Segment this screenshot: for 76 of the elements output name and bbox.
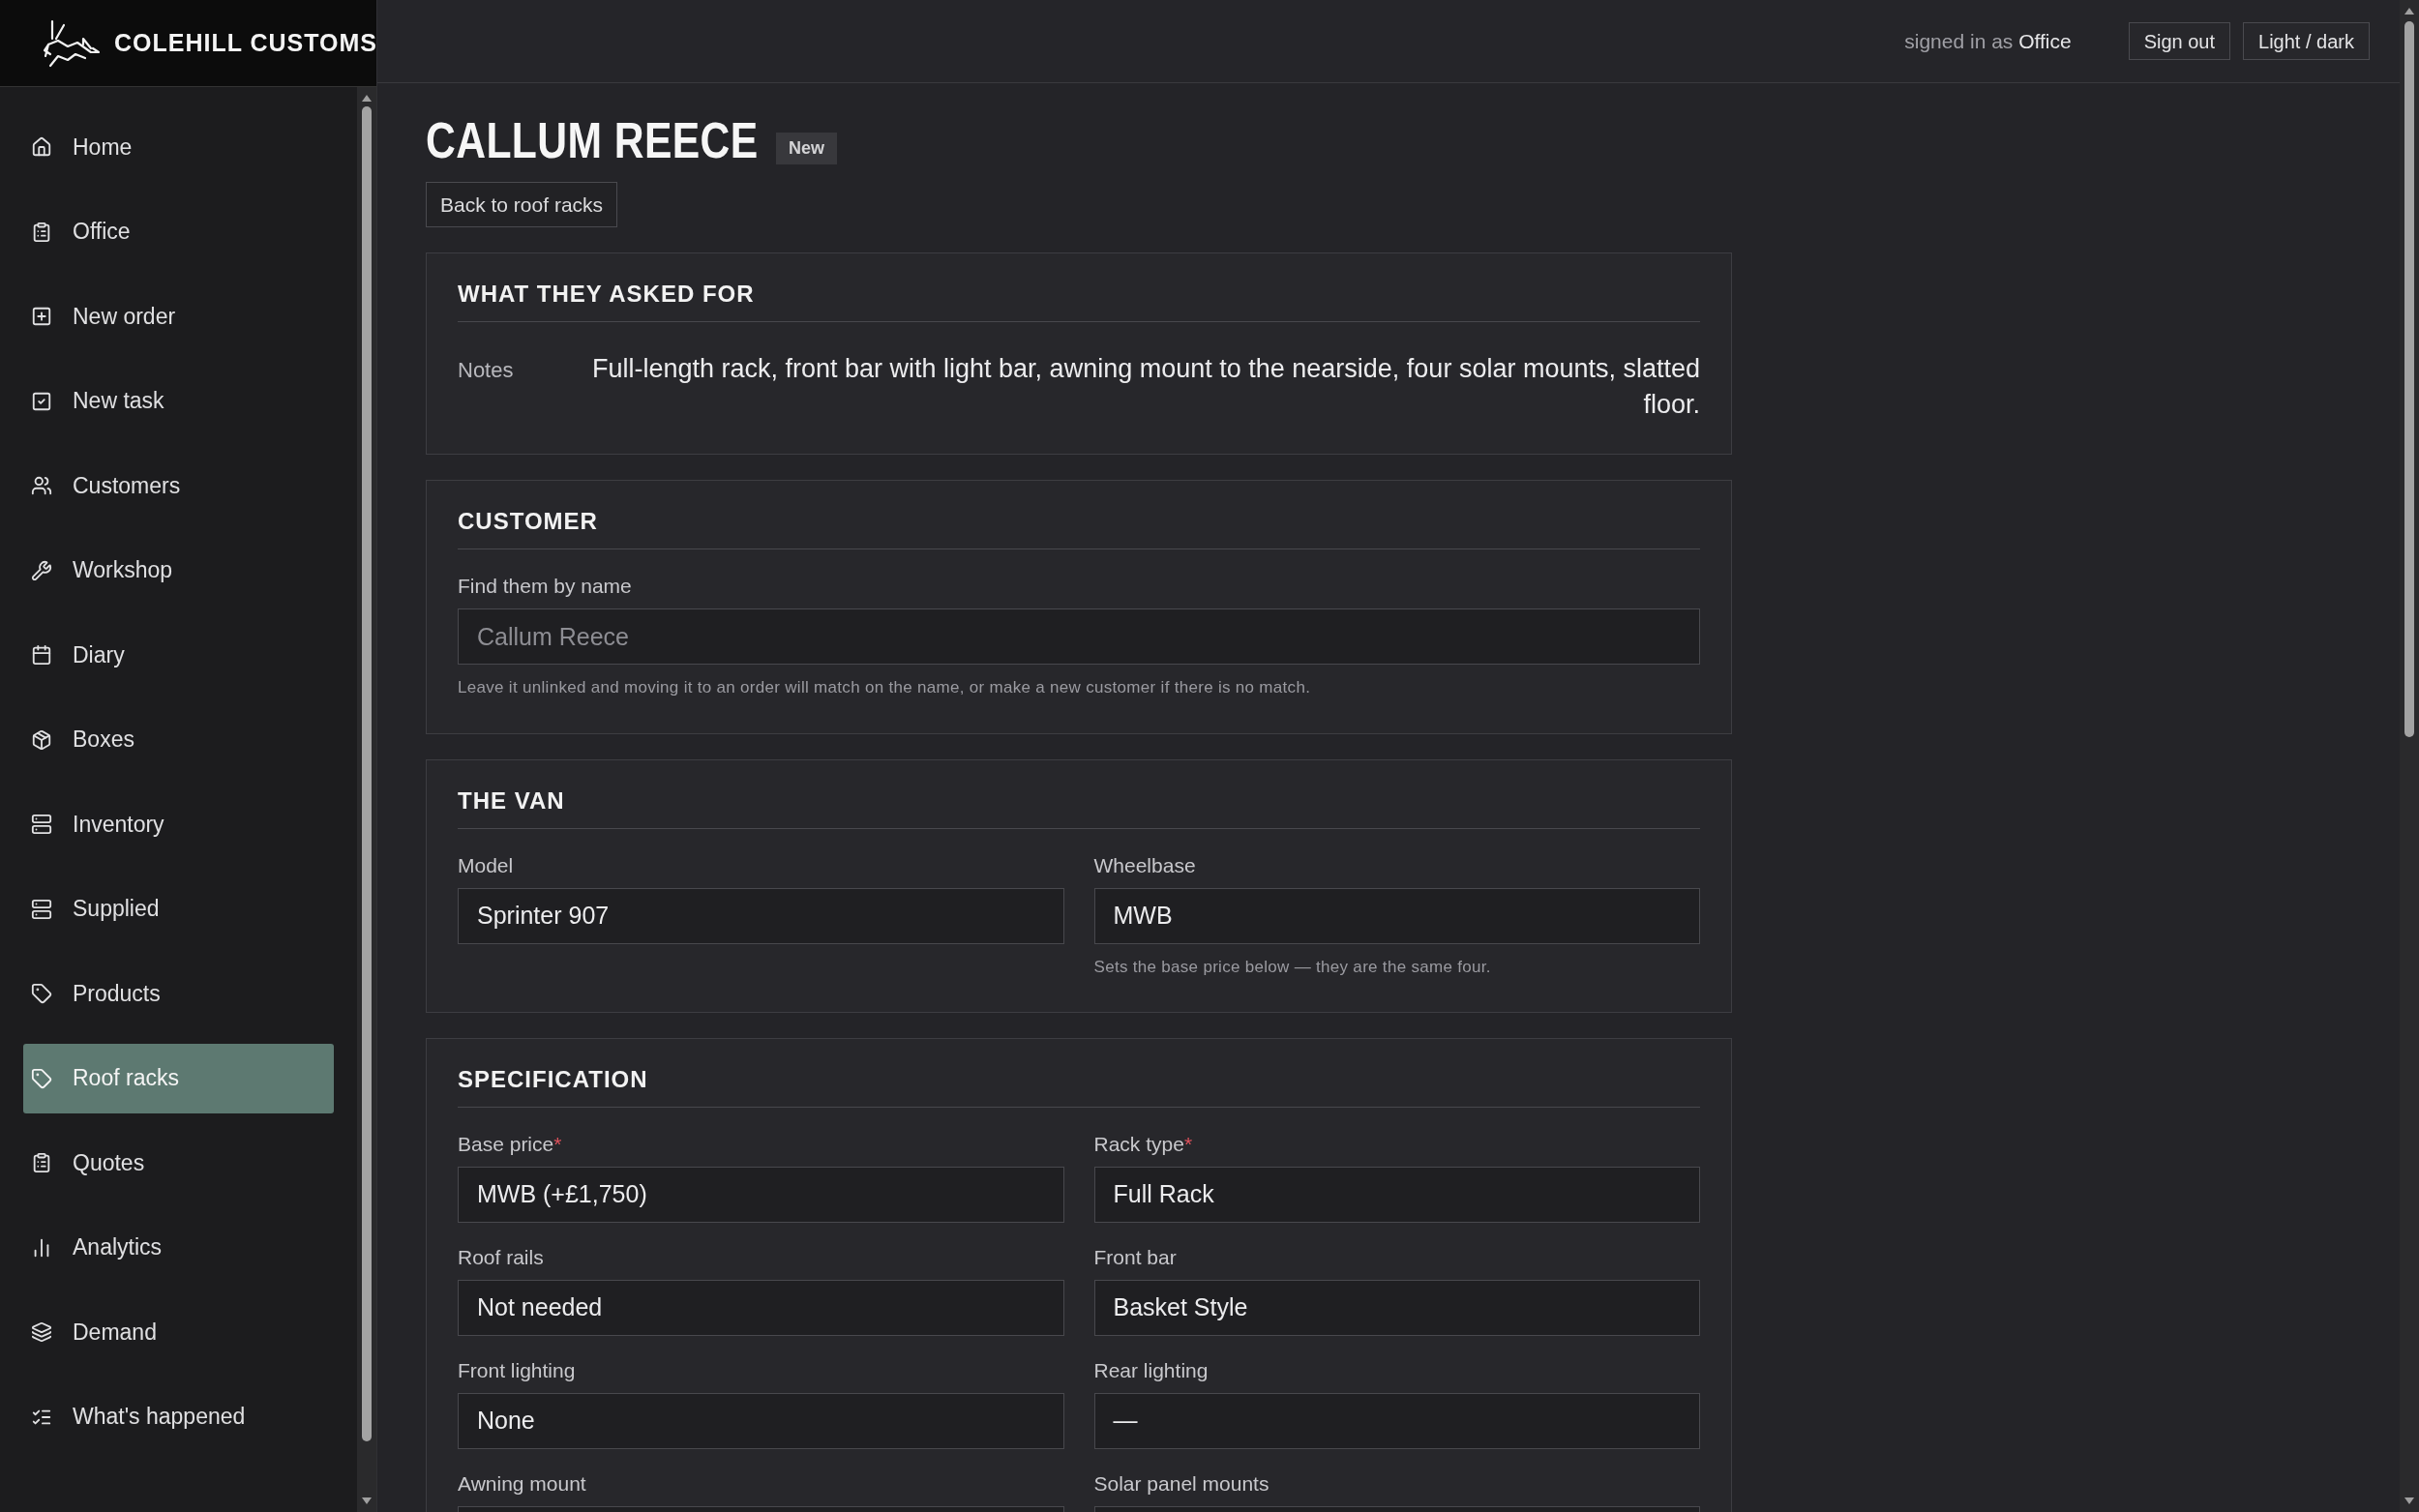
clipboard-icon bbox=[31, 1152, 52, 1173]
nav-item[interactable]: Office bbox=[23, 196, 334, 267]
back-button[interactable]: Back to roof racks bbox=[426, 182, 618, 227]
select-field[interactable]: Full Rack bbox=[1093, 1167, 1700, 1223]
plus-square-icon bbox=[31, 306, 52, 327]
notes-label: Notes bbox=[458, 357, 514, 384]
section-title: CUSTOMER bbox=[458, 507, 599, 536]
house-icon bbox=[31, 136, 52, 158]
tag-icon bbox=[31, 1067, 52, 1089]
nav-item[interactable]: New order bbox=[23, 282, 334, 351]
field-hint: Sets the base price below — they are the same four. bbox=[1093, 956, 1492, 978]
select-field[interactable]: MWB (+£1,750) bbox=[458, 1167, 1064, 1223]
select-field[interactable]: MWB bbox=[1093, 887, 1700, 944]
tag-icon bbox=[31, 983, 52, 1004]
brand-name: COLEHILL CUSTOMS bbox=[114, 27, 378, 58]
stacked-rows-icon bbox=[31, 898, 52, 920]
page-title: CALLUM REECE bbox=[426, 111, 759, 170]
scroll-up-arrow-icon[interactable] bbox=[361, 93, 373, 103]
clipboard-icon bbox=[31, 221, 52, 243]
nav-item[interactable]: Diary bbox=[23, 620, 334, 690]
select-field[interactable]: None bbox=[458, 1393, 1064, 1449]
scrollbar-thumb[interactable] bbox=[362, 106, 372, 1441]
stacked-rows-icon bbox=[31, 814, 52, 835]
section-title: WHAT THEY ASKED FOR bbox=[458, 280, 756, 309]
field-label: Rear lighting bbox=[1093, 1358, 1210, 1383]
section-title: THE VAN bbox=[458, 786, 566, 815]
select-field[interactable]: Sprinter 907 bbox=[458, 887, 1064, 944]
check-square-icon bbox=[31, 390, 52, 412]
layers-icon bbox=[31, 1321, 52, 1343]
section-title: SPECIFICATION bbox=[458, 1065, 649, 1094]
rabbit-logo-icon bbox=[43, 18, 101, 68]
scroll-down-arrow-icon[interactable] bbox=[361, 1497, 373, 1506]
scroll-up-arrow-icon[interactable] bbox=[2404, 6, 2415, 15]
field-label: Front bar bbox=[1093, 1245, 1178, 1270]
search-field[interactable]: Callum Reece bbox=[458, 608, 1700, 665]
field-label: Awning mount bbox=[458, 1471, 587, 1497]
status-badge: New bbox=[776, 133, 838, 164]
field-label: Front lighting bbox=[458, 1358, 577, 1383]
field-label: Solar panel mounts bbox=[1093, 1471, 1270, 1497]
field-label: Rack type* bbox=[1093, 1132, 1194, 1157]
nav-item[interactable]: Quotes bbox=[23, 1128, 334, 1198]
wrench-icon bbox=[31, 559, 52, 581]
nav-item[interactable]: Boxes bbox=[23, 704, 334, 775]
required-mark: * bbox=[1183, 1133, 1193, 1155]
field-label: Roof rails bbox=[458, 1245, 545, 1270]
required-mark: * bbox=[553, 1133, 562, 1155]
select-field[interactable]: — bbox=[1093, 1393, 1700, 1449]
notes-text: Full-length rack, front bar with light bar, awning mount to the nearside, four solar mounts, slatted floor. bbox=[590, 353, 1700, 421]
nav-item[interactable]: Customers bbox=[23, 451, 334, 520]
nav-item[interactable]: Products bbox=[23, 959, 334, 1028]
users-icon bbox=[31, 475, 52, 496]
scrollbar[interactable] bbox=[357, 87, 376, 1512]
select-field[interactable]: Basket Style bbox=[1093, 1280, 1700, 1336]
scrollbar[interactable] bbox=[2400, 0, 2419, 1512]
field-hint: Leave it unlinked and moving it to an order will match on the name, or make a new customer if there is no match. bbox=[458, 677, 1312, 698]
nav-item[interactable]: New task bbox=[23, 366, 334, 436]
nav-item[interactable]: What's happened bbox=[23, 1381, 334, 1452]
nav-item[interactable]: Workshop bbox=[23, 535, 334, 606]
field-label: Model bbox=[458, 852, 515, 878]
field-label: Find them by name bbox=[458, 574, 633, 599]
nav-item[interactable]: Inventory bbox=[23, 789, 334, 859]
nav-item[interactable]: Home bbox=[23, 112, 334, 182]
field-label: Wheelbase bbox=[1093, 852, 1197, 878]
header-button[interactable]: Light / dark bbox=[2243, 22, 2370, 60]
field-label: Base price* bbox=[458, 1132, 563, 1157]
scroll-down-arrow-icon[interactable] bbox=[2404, 1497, 2415, 1506]
scrollbar-thumb[interactable] bbox=[2404, 21, 2414, 737]
nav-item[interactable]: Demand bbox=[23, 1297, 334, 1367]
nav-item[interactable]: Analytics bbox=[23, 1212, 334, 1283]
signed-in-text: signed in as Office bbox=[1904, 28, 2072, 54]
box-icon bbox=[31, 728, 52, 751]
nav-item[interactable]: Supplied bbox=[23, 874, 334, 944]
header-button[interactable]: Sign out bbox=[2128, 22, 2231, 60]
nav-item[interactable]: Roof racks bbox=[23, 1043, 334, 1113]
calendar-icon bbox=[31, 644, 52, 666]
select-field[interactable]: Not needed bbox=[458, 1280, 1064, 1336]
